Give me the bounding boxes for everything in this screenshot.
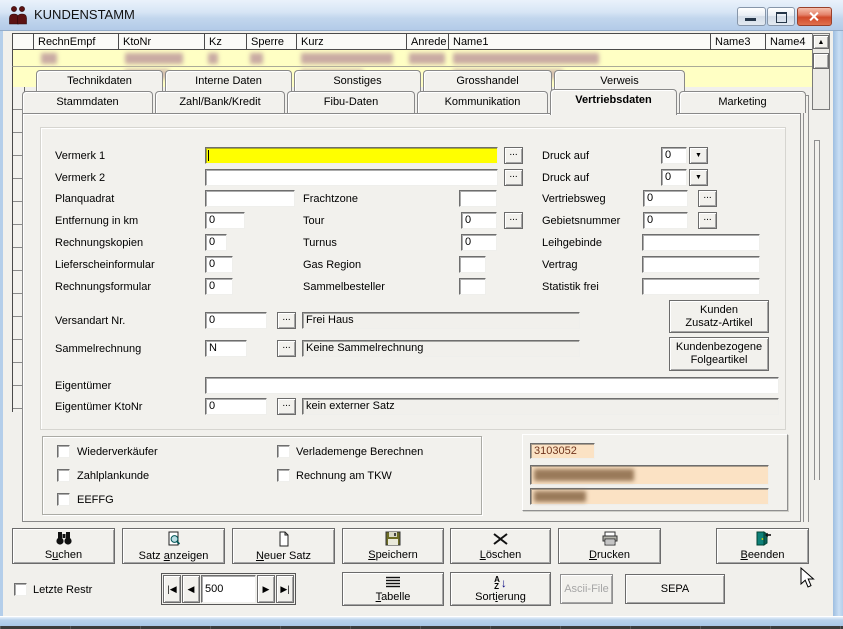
- close-button[interactable]: [797, 7, 832, 26]
- grid-header-kurz[interactable]: Kurz: [297, 34, 407, 50]
- window-border-left: [0, 30, 3, 629]
- satz-anzeigen-button[interactable]: Satz anzeigen: [122, 528, 225, 564]
- grid-header-ktonr[interactable]: KtoNr: [119, 34, 205, 50]
- redacted-text: [125, 53, 183, 64]
- new-record-icon: [275, 531, 293, 550]
- tab-fibu-daten[interactable]: Fibu-Daten: [287, 91, 415, 113]
- table-list-icon: [385, 576, 401, 591]
- tab-sonstiges[interactable]: Sonstiges: [294, 70, 421, 93]
- app-icon: [7, 5, 29, 28]
- neuer-satz-button[interactable]: Neuer Satz: [232, 528, 335, 564]
- grid-header-name4[interactable]: Name4: [766, 34, 813, 50]
- redacted-text: [453, 53, 599, 64]
- stacked-page-edge: [803, 95, 809, 522]
- tab-vertriebsdaten-active[interactable]: Vertriebsdaten: [550, 89, 677, 115]
- tabelle-button[interactable]: Tabelle: [342, 572, 444, 606]
- customer-grid-header: RechnEmpf KtoNr Kz Sperre Kurz Anrede Na…: [12, 33, 830, 50]
- nav-last-button[interactable]: ▶|: [276, 575, 294, 603]
- tab-zahl-bank-kredit[interactable]: Zahl/Bank/Kredit: [155, 91, 285, 113]
- binoculars-icon: [55, 531, 73, 549]
- stacked-page-edge: [814, 140, 820, 480]
- record-count-input[interactable]: 500: [201, 575, 256, 603]
- grid-header-anrede[interactable]: Anrede: [407, 34, 449, 50]
- grid-rowheader-column: [13, 34, 34, 50]
- printer-icon: [601, 531, 619, 549]
- nav-prev-icon: ◀: [188, 584, 195, 595]
- grid-header-name3[interactable]: Name3: [711, 34, 766, 50]
- letzte-restr-label: Letzte Restr: [33, 584, 92, 597]
- maximize-icon: [776, 12, 787, 23]
- beenden-button[interactable]: Beenden: [716, 528, 809, 564]
- minimize-icon: [745, 18, 756, 21]
- grid-header-sperre[interactable]: Sperre: [247, 34, 297, 50]
- suchen-button[interactable]: Suchen: [12, 528, 115, 564]
- sepa-button[interactable]: SEPA: [625, 574, 725, 604]
- tab-grosshandel[interactable]: Grosshandel: [423, 70, 552, 93]
- nav-next-icon: ▶: [263, 584, 270, 595]
- tab-stammdaten[interactable]: Stammdaten: [22, 91, 153, 113]
- loeschen-button[interactable]: Löschen: [450, 528, 551, 564]
- vertriebsdaten-page: [22, 113, 801, 522]
- letzte-restr-checkbox[interactable]: [14, 583, 27, 596]
- tab-marketing[interactable]: Marketing: [679, 91, 806, 113]
- tab-technikdaten[interactable]: Technikdaten: [36, 70, 163, 93]
- redacted-text: [208, 53, 218, 64]
- mouse-cursor: [800, 567, 816, 592]
- window-border-right: [833, 30, 843, 629]
- titlebar: KUNDENSTAMM: [0, 0, 843, 31]
- grid-header-kz[interactable]: Kz: [205, 34, 247, 50]
- nav-last-icon: ▶|: [280, 584, 289, 595]
- tab-interne-daten[interactable]: Interne Daten: [165, 70, 292, 93]
- sort-az-icon: AZ ↓: [494, 576, 507, 591]
- maximize-button[interactable]: [767, 7, 795, 26]
- kundenstamm-window: KUNDENSTAMM RechnEmpf KtoNr Kz Sperre Ku…: [0, 0, 843, 629]
- scroll-up-icon: ▲: [818, 39, 825, 46]
- sortierung-button[interactable]: AZ ↓ Sortierung: [450, 572, 551, 606]
- ascii-file-button: Ascii-File: [560, 574, 613, 604]
- delete-x-icon: [492, 532, 509, 549]
- grid-header-name1[interactable]: Name1: [449, 34, 711, 50]
- exit-door-icon: [754, 531, 772, 549]
- minimize-button[interactable]: [737, 7, 766, 26]
- redacted-text: [250, 53, 263, 64]
- scroll-up-button[interactable]: ▲: [813, 35, 829, 49]
- redacted-text: [41, 53, 57, 64]
- grid-row-selected[interactable]: [12, 50, 812, 67]
- save-icon: [385, 531, 401, 549]
- nav-first-button[interactable]: |◀: [163, 575, 181, 603]
- redacted-text: [301, 53, 393, 64]
- tab-kommunikation[interactable]: Kommunikation: [417, 91, 548, 113]
- view-record-icon: [165, 531, 183, 550]
- nav-prev-button[interactable]: ◀: [182, 575, 200, 603]
- speichern-button[interactable]: Speichern: [342, 528, 444, 564]
- redacted-text: [409, 53, 445, 64]
- grid-header-rechnempf[interactable]: RechnEmpf: [34, 34, 119, 50]
- nav-next-button[interactable]: ▶: [257, 575, 275, 603]
- scrollbar-thumb[interactable]: [813, 53, 829, 69]
- window-title: KUNDENSTAMM: [34, 7, 135, 22]
- nav-first-icon: |◀: [167, 584, 176, 595]
- record-navigator: [161, 573, 296, 605]
- drucken-button[interactable]: Drucken: [558, 528, 661, 564]
